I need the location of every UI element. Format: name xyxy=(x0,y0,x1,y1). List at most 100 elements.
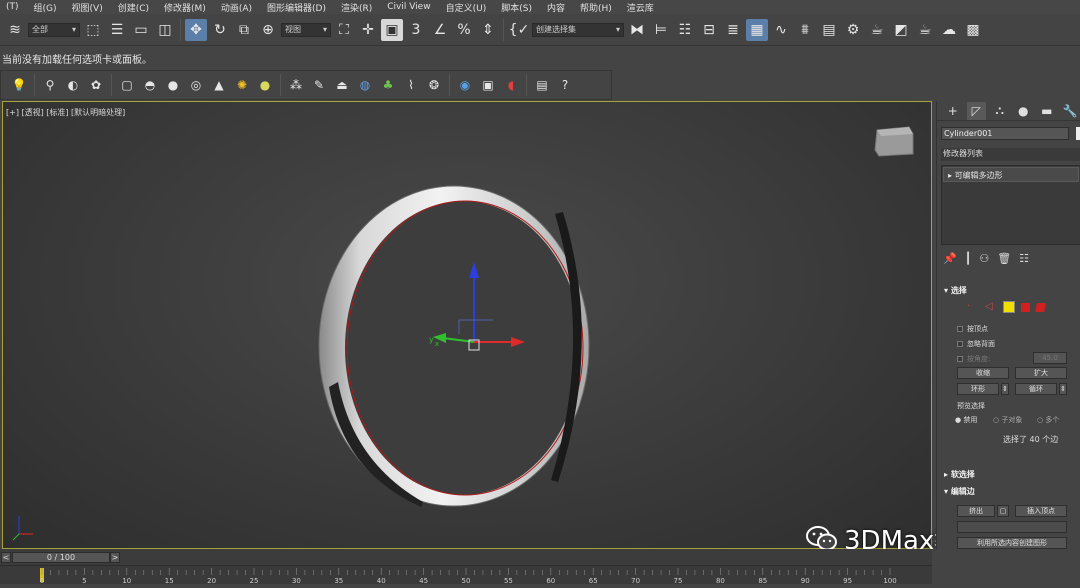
insert-vertex-button[interactable]: 插入顶点 xyxy=(1015,505,1067,517)
select-and-scale-button[interactable]: ⧉ xyxy=(233,19,255,41)
tree-icon[interactable]: ♣ xyxy=(378,75,398,95)
menu-item[interactable]: 渲染(R) xyxy=(335,1,381,14)
render-setup-button[interactable]: ▤ xyxy=(818,19,840,41)
select-and-move-button[interactable]: ✥ xyxy=(185,19,207,41)
vertex-level-icon[interactable]: · xyxy=(967,301,979,313)
angle-spinner[interactable]: 45.0 xyxy=(1033,352,1067,364)
extrude-button[interactable]: 挤出 xyxy=(957,505,995,517)
toggle-layer-explorer-button[interactable]: ⊟ xyxy=(698,19,720,41)
create-shape-from-selection-button[interactable]: 利用所选内容创建图形 xyxy=(957,537,1067,549)
tape-icon[interactable]: ✎ xyxy=(309,75,329,95)
by-angle-checkbox[interactable]: 按角度: xyxy=(957,354,990,364)
edit-edges-rollout-header[interactable]: ▾ 编辑边 xyxy=(941,486,1080,498)
select-and-place-button[interactable]: ⊕ xyxy=(257,19,279,41)
render-tool-icon[interactable]: ◖ xyxy=(501,75,521,95)
document-tool-icon[interactable]: ▤ xyxy=(532,75,552,95)
show-end-result-icon[interactable]: ┃ xyxy=(965,252,972,265)
sun-icon[interactable]: ✺ xyxy=(232,75,252,95)
create-tab-icon[interactable]: + xyxy=(943,102,963,120)
extrude-settings-button[interactable]: ▢ xyxy=(997,505,1009,517)
motion-tab-icon[interactable]: ● xyxy=(1014,102,1034,120)
configure-modifier-sets-icon[interactable]: ☷ xyxy=(1019,252,1029,265)
spinner-snap-button[interactable]: ⇕ xyxy=(477,19,499,41)
checkbox-box[interactable] xyxy=(957,341,963,347)
cylinder-ring-object[interactable] xyxy=(319,186,589,507)
menu-item[interactable]: 帮助(H) xyxy=(574,1,621,14)
grow-button[interactable]: 扩大 xyxy=(1015,367,1067,379)
reference-coordinate-dropdown[interactable]: 视图▾ xyxy=(281,23,331,37)
angle-snap-button[interactable]: ∠ xyxy=(429,19,451,41)
next-frame-button[interactable]: > xyxy=(110,552,120,563)
prev-frame-button[interactable]: < xyxy=(1,552,11,563)
hair-icon[interactable]: ⁂ xyxy=(286,75,306,95)
material-editor-button[interactable]: ⩩ xyxy=(794,19,816,41)
time-slider[interactable]: 0 / 100 xyxy=(12,552,110,563)
select-object-button[interactable]: ⬚ xyxy=(82,19,104,41)
loop-spinner[interactable]: ⇕ xyxy=(1059,383,1067,395)
checkbox-box[interactable] xyxy=(957,356,963,362)
select-by-name-button[interactable]: ☰ xyxy=(106,19,128,41)
utilities-tab-icon[interactable]: 🔧 xyxy=(1061,102,1080,120)
geosphere-icon[interactable]: ● xyxy=(255,75,275,95)
checkbox-box[interactable] xyxy=(957,326,963,332)
preview-subobject-radio[interactable]: ○ 子对象 xyxy=(993,415,1022,425)
environment-sphere-icon[interactable]: ◉ xyxy=(455,75,475,95)
help-icon[interactable]: ? xyxy=(555,75,575,95)
cone-icon[interactable]: ▲ xyxy=(209,75,229,95)
track-bar[interactable]: 0510152025303540455055606570758085909510… xyxy=(0,565,932,584)
object-color-swatch[interactable] xyxy=(1076,127,1080,140)
lightbulb-icon[interactable]: 💡 xyxy=(9,75,29,95)
menu-item[interactable]: 创建(C) xyxy=(112,1,158,14)
globe-icon[interactable]: ◍ xyxy=(355,75,375,95)
hierarchy-tab-icon[interactable]: ⛬ xyxy=(990,102,1010,120)
menu-item[interactable]: 内容 xyxy=(541,1,574,14)
pin-stack-icon[interactable]: 📌 xyxy=(943,252,957,265)
menu-item[interactable]: 渲云库 xyxy=(621,1,663,14)
render-in-cloud-button[interactable]: ☁ xyxy=(938,19,960,41)
modifier-list-dropdown[interactable]: 修改器列表 xyxy=(941,148,1080,161)
align-button[interactable]: ⊨ xyxy=(650,19,672,41)
selection-rollout-header[interactable]: ▾ 选择 xyxy=(941,285,1080,297)
edit-named-selection-button[interactable]: {✓ xyxy=(508,19,530,41)
helper-icon[interactable]: ⚲ xyxy=(40,75,60,95)
bind-spacewarp-icon[interactable]: ≋ xyxy=(4,19,26,41)
loop-button[interactable]: 循环 xyxy=(1015,383,1057,395)
menu-item[interactable]: 脚本(S) xyxy=(495,1,541,14)
by-vertex-checkbox[interactable]: 按顶点 xyxy=(957,324,988,334)
menu-item[interactable]: 动画(A) xyxy=(215,1,261,14)
schematic-view-button[interactable]: ∿ xyxy=(770,19,792,41)
snaps-toggle-button[interactable]: 3 xyxy=(405,19,427,41)
particle-icon[interactable]: ✿ xyxy=(86,75,106,95)
torus-icon[interactable]: ◎ xyxy=(186,75,206,95)
stack-item-editable-poly[interactable]: ▸ 可编辑多边形 xyxy=(943,167,1079,182)
menu-item[interactable]: 视图(V) xyxy=(66,1,112,14)
keyboard-shortcut-override-button[interactable]: ▣ xyxy=(381,19,403,41)
window-tool-icon[interactable]: ▣ xyxy=(478,75,498,95)
object-name-field[interactable]: Cylinder001 xyxy=(941,127,1069,140)
pivot-center-button[interactable]: ⛶ xyxy=(333,19,355,41)
hemisphere-icon[interactable]: ◓ xyxy=(140,75,160,95)
soft-selection-rollout-header[interactable]: ▸ 软选择 xyxy=(941,469,1080,481)
sphere-icon[interactable]: ● xyxy=(163,75,183,95)
selection-filter-dropdown[interactable]: 全部▾ xyxy=(28,23,80,37)
percent-snap-button[interactable]: % xyxy=(453,19,475,41)
preview-disabled-radio[interactable]: ● 禁用 xyxy=(955,415,977,425)
rectangular-selection-button[interactable]: ▭ xyxy=(130,19,152,41)
perspective-viewport[interactable]: [+] [透视] [标准] [默认明暗处理] xyxy=(2,101,932,549)
toggle-scene-explorer-button[interactable]: ☷ xyxy=(674,19,696,41)
edge-level-icon[interactable]: ◁ xyxy=(985,301,997,313)
select-and-rotate-button[interactable]: ↻ xyxy=(209,19,231,41)
display-tab-icon[interactable]: ▬ xyxy=(1037,102,1057,120)
render-production-button[interactable]: ☕ xyxy=(866,19,888,41)
remove-modifier-icon[interactable]: 🗑 xyxy=(997,252,1011,265)
shrink-button[interactable]: 收缩 xyxy=(957,367,1009,379)
menu-item[interactable]: 图形编辑器(D) xyxy=(261,1,335,14)
window-crossing-button[interactable]: ◫ xyxy=(154,19,176,41)
brush-icon[interactable]: ⌇ xyxy=(401,75,421,95)
preview-multi-radio[interactable]: ○ 多个 xyxy=(1037,415,1059,425)
toggle-ribbon-button[interactable]: ≣ xyxy=(722,19,744,41)
manipulate-button[interactable]: ✛ xyxy=(357,19,379,41)
border-level-icon[interactable] xyxy=(1003,301,1015,313)
menu-item[interactable]: 修改器(M) xyxy=(158,1,215,14)
ring-button[interactable]: 环形 xyxy=(957,383,999,395)
